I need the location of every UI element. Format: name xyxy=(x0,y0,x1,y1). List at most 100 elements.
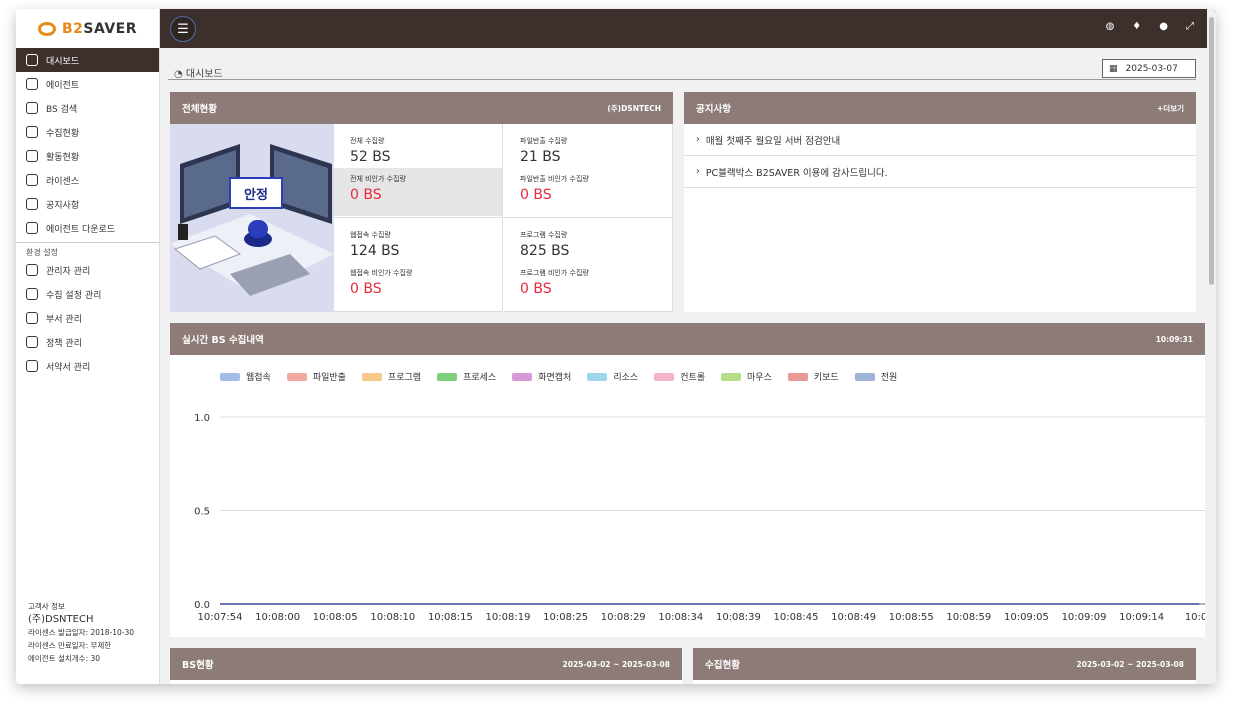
logo[interactable]: B2SAVER xyxy=(16,9,159,48)
sidebar-item-label: 수집현황 xyxy=(46,128,80,139)
stat-label: 전체 수집량 xyxy=(350,137,385,145)
sidebar-item-dashboard[interactable]: 대시보드 xyxy=(16,48,159,72)
legend-swatch xyxy=(654,372,675,381)
legend-item[interactable]: 마우스 xyxy=(721,370,772,383)
stat-cell: 파일반출 수집량 21 BS 파일반출 비인가 수집량 0 BS xyxy=(504,124,673,218)
x-tick-label: 10:08:34 xyxy=(658,612,703,623)
collect-status-card: 수집현황 2025-03-02 ~ 2025-03-08 xyxy=(693,648,1196,684)
sidebar-item-admin[interactable]: 관리자 관리 xyxy=(16,258,159,282)
collect-icon xyxy=(26,126,38,138)
sidebar-item-label: 대시보드 xyxy=(46,56,80,67)
legend-label: 전원 xyxy=(880,373,898,383)
sidebar-item-label: BS 검색 xyxy=(46,104,78,115)
customer-title: 고객사 정보 xyxy=(28,602,65,611)
legend-label: 화면캡처 xyxy=(538,373,572,383)
legend-item[interactable]: 프로그램 xyxy=(361,370,421,383)
download-icon xyxy=(26,222,38,234)
x-tick-label: 10:08:59 xyxy=(946,612,991,623)
settings-icon xyxy=(26,288,38,300)
legend-label: 키보드 xyxy=(813,373,839,383)
notice-list: › 매월 첫째주 월요일 서버 점검안내 › PC블랙박스 B2SAVER 이용에 감… xyxy=(684,124,1196,188)
user-icon[interactable]: ● xyxy=(1159,21,1168,32)
sidebar-item-label: 에이전트 다운로드 xyxy=(46,224,116,235)
legend-swatch xyxy=(854,372,875,381)
customer-name: (주)DSNTECH xyxy=(28,614,94,625)
legend-swatch xyxy=(721,372,742,381)
sidebar-item-collect[interactable]: 수집현황 xyxy=(16,120,159,144)
scrollbar-thumb[interactable] xyxy=(1209,17,1214,285)
app-window: B2SAVER 대시보드 에이전트 BS 검색 수집현황 활동현황 라이센스 공지사항 에이전… xyxy=(16,9,1216,684)
y-tick-label: 0.0 xyxy=(194,600,210,611)
notice-title: 공지사항 xyxy=(696,104,731,115)
x-tick-label: 10:09:14 xyxy=(1119,612,1164,623)
stat-cell: 프로그램 수집량 825 BS 프로그램 비인가 수집량 0 BS xyxy=(504,218,673,312)
illustration-text: 안정 xyxy=(244,187,268,203)
sidebar-item-settings[interactable]: 수집 설정 관리 xyxy=(16,282,159,306)
stat-sub: 프로그램 비인가 수집량 0 BS xyxy=(504,262,672,310)
sidebar-item-label: 정책 관리 xyxy=(46,338,82,349)
stat-value: 124 BS xyxy=(350,243,400,259)
legend-swatch xyxy=(587,372,608,381)
legend-item[interactable]: 키보드 xyxy=(787,370,839,383)
globe-icon[interactable]: ◍ xyxy=(1106,21,1115,32)
legend-item[interactable]: 파일반출 xyxy=(286,370,346,383)
calendar-icon: ▦ xyxy=(1109,63,1118,74)
collect-status-title: 수집현황 xyxy=(705,660,740,671)
sidebar-item-license[interactable]: 라이센스 xyxy=(16,168,159,192)
stat-label: 웹접속 수집량 xyxy=(350,231,391,239)
sidebar-item-department[interactable]: 부서 관리 xyxy=(16,306,159,330)
bs-status-title: BS현황 xyxy=(182,660,214,671)
sidebar-item-pledge[interactable]: 서약서 관리 xyxy=(16,354,159,378)
notice-item[interactable]: › 매월 첫째주 월요일 서버 점검안내 xyxy=(684,124,1196,156)
stat-sub: 파일반출 비인가 수집량 0 BS xyxy=(504,168,672,216)
sidebar-item-policy[interactable]: 정책 관리 xyxy=(16,330,159,354)
bell-icon[interactable]: ♦ xyxy=(1132,21,1141,32)
sidebar-item-agent[interactable]: 에이전트 xyxy=(16,72,159,96)
legend-item[interactable]: 화면캡처 xyxy=(512,370,571,383)
stat-sub-value: 0 BS xyxy=(350,187,382,203)
sidebar-item-activity[interactable]: 활동현황 xyxy=(16,144,159,168)
legend-label: 프로세스 xyxy=(463,373,497,383)
fullscreen-icon[interactable]: ⤢ xyxy=(1186,21,1194,32)
breadcrumb-divider xyxy=(168,79,1196,80)
sidebar-item-label: 라이센스 xyxy=(46,176,80,187)
department-icon xyxy=(26,312,38,324)
sidebar-menu: 대시보드 에이전트 BS 검색 수집현황 활동현황 라이센스 공지사항 에이전트 다운로드 환경… xyxy=(16,48,159,378)
logo-text: B2SAVER xyxy=(61,20,138,37)
stat-sub-label: 전체 비인가 수집량 xyxy=(350,175,406,183)
legend-item[interactable]: 프로세스 xyxy=(437,370,496,383)
megaphone-icon xyxy=(26,198,38,210)
logo-mark-icon xyxy=(37,21,56,36)
legend-item[interactable]: 전원 xyxy=(854,370,898,383)
date-picker[interactable]: ▦ 2025-03-07 xyxy=(1102,59,1196,78)
legend-item[interactable]: 리소스 xyxy=(587,370,638,383)
page-scrollbar[interactable] xyxy=(1207,9,1216,684)
legend-item[interactable]: 컨트롤 xyxy=(654,370,705,383)
customer-info: 고객사 정보 (주)DSNTECH 라이센스 발급일자: 2018-10-30 … xyxy=(28,600,134,665)
notice-item[interactable]: › PC블랙박스 B2SAVER 이용에 감사드립니다. xyxy=(684,156,1196,188)
notice-text: 매월 첫째주 월요일 서버 점검안내 xyxy=(705,135,841,147)
stat-sub-label: 파일반출 비인가 수집량 xyxy=(520,175,589,183)
sidebar-item-download[interactable]: 에이전트 다운로드 xyxy=(16,216,159,240)
legend-label: 컨트롤 xyxy=(680,373,706,383)
legend-swatch xyxy=(512,372,533,381)
legend-label: 웹접속 xyxy=(246,373,271,383)
legend-label: 리소스 xyxy=(613,373,639,383)
legend-swatch xyxy=(220,372,240,381)
collect-status-range: 2025-03-02 ~ 2025-03-08 xyxy=(1076,659,1184,669)
policy-icon xyxy=(26,336,38,348)
top-bar: ☰ ◍ ♦ ● ⤢ xyxy=(160,9,1216,48)
sidebar-item-search-doc[interactable]: BS 검색 xyxy=(16,96,159,120)
breadcrumb: ◔ 대시보드 xyxy=(174,69,223,80)
agent-icon xyxy=(26,78,38,90)
x-tick-label: 10:09:09 xyxy=(1062,612,1107,623)
license-expire: 라이센스 만료일자: 무제한 xyxy=(28,641,112,650)
x-tick-label: 10:09:05 xyxy=(1004,612,1049,623)
legend-swatch xyxy=(787,372,808,381)
menu-toggle-icon[interactable]: ☰ xyxy=(170,16,196,42)
legend-item[interactable]: 웹접속 xyxy=(220,370,271,383)
legend-label: 파일반출 xyxy=(312,373,346,383)
x-tick-label: 10:08:05 xyxy=(313,612,358,623)
notice-more-link[interactable]: +더보기 xyxy=(1157,103,1184,114)
sidebar-item-megaphone[interactable]: 공지사항 xyxy=(16,192,159,216)
